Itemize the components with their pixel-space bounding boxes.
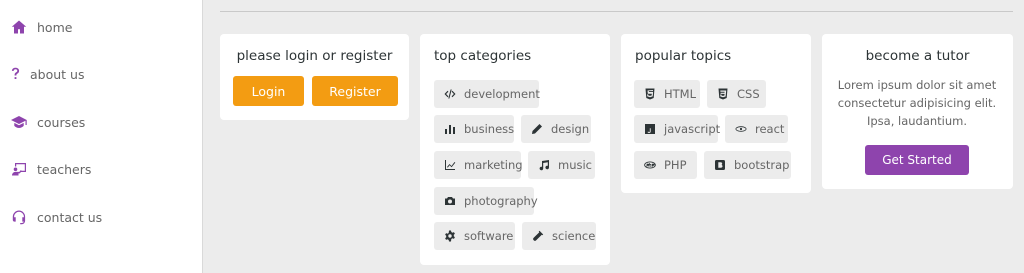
tag-design[interactable]: design	[521, 115, 591, 143]
sidebar-item-label: about us	[30, 66, 85, 82]
css3-icon	[717, 88, 729, 100]
tag-photography[interactable]: photography	[434, 187, 538, 215]
sidebar-item-label: courses	[37, 114, 86, 130]
tag-label: marketing	[464, 158, 523, 172]
tag-label: bootstrap	[734, 158, 790, 172]
home-icon	[11, 19, 27, 35]
music-icon	[538, 159, 550, 171]
tutor-description: Lorem ipsum dolor sit amet consectetur a…	[837, 78, 997, 128]
get-started-button[interactable]: Get Started	[865, 145, 969, 175]
sidebar: home about us courses teachers contact u…	[0, 0, 203, 273]
pen-icon	[531, 123, 543, 135]
tag-business[interactable]: business	[434, 115, 514, 143]
sidebar-item-label: teachers	[37, 161, 92, 177]
tag-label: PHP	[664, 158, 687, 172]
sidebar-item-home[interactable]: home	[11, 19, 72, 35]
question-icon	[11, 66, 20, 82]
tag-marketing[interactable]: marketing	[434, 151, 523, 179]
tag-css[interactable]: CSS	[707, 80, 766, 108]
tag-music[interactable]: music	[528, 151, 595, 179]
login-card-title: please login or register	[236, 48, 393, 64]
tag-label: react	[755, 122, 785, 136]
tag-label: science	[552, 229, 596, 243]
bar-chart-icon	[444, 123, 456, 135]
tag-label: development	[464, 87, 540, 101]
tag-label: CSS	[737, 87, 760, 101]
tag-label: photography	[464, 194, 538, 208]
sidebar-item-label: contact us	[37, 209, 103, 225]
headset-icon	[11, 209, 27, 225]
php-icon	[644, 159, 656, 171]
login-button[interactable]: Login	[233, 76, 304, 106]
tutor-card-title: become a tutor	[865, 48, 970, 64]
tag-label: music	[558, 158, 593, 172]
graduation-cap-icon	[11, 114, 27, 130]
tag-development[interactable]: development	[434, 80, 540, 108]
tag-react[interactable]: react	[725, 115, 788, 143]
sidebar-item-contact-us[interactable]: contact us	[11, 209, 102, 225]
html5-icon	[644, 88, 656, 100]
tag-php[interactable]: PHP	[634, 151, 697, 179]
code-icon	[444, 88, 456, 100]
tag-label: javascript	[664, 122, 721, 136]
tag-label: design	[551, 122, 590, 136]
tag-html[interactable]: HTML	[634, 80, 700, 108]
topics-card-title: popular topics	[635, 48, 732, 64]
sidebar-item-label: home	[37, 19, 73, 35]
tag-javascript[interactable]: javascript	[634, 115, 721, 143]
tag-label: business	[464, 122, 515, 136]
chalkboard-teacher-icon	[11, 161, 27, 177]
sidebar-item-courses[interactable]: courses	[11, 114, 85, 130]
react-icon	[735, 123, 747, 135]
tag-label: HTML	[664, 87, 697, 101]
bootstrap-icon	[714, 159, 726, 171]
tag-label: software	[464, 229, 514, 243]
js-icon	[644, 123, 656, 135]
divider	[220, 11, 1013, 12]
line-chart-icon	[444, 159, 456, 171]
register-button[interactable]: Register	[312, 76, 398, 106]
sidebar-item-teachers[interactable]: teachers	[11, 161, 91, 177]
categories-card-title: top categories	[434, 48, 532, 64]
tag-science[interactable]: science	[522, 222, 596, 250]
vial-icon	[532, 230, 544, 242]
cog-icon	[444, 230, 456, 242]
tag-bootstrap[interactable]: bootstrap	[704, 151, 791, 179]
tag-software[interactable]: software	[434, 222, 515, 250]
sidebar-item-about-us[interactable]: about us	[11, 66, 84, 82]
camera-icon	[444, 195, 456, 207]
